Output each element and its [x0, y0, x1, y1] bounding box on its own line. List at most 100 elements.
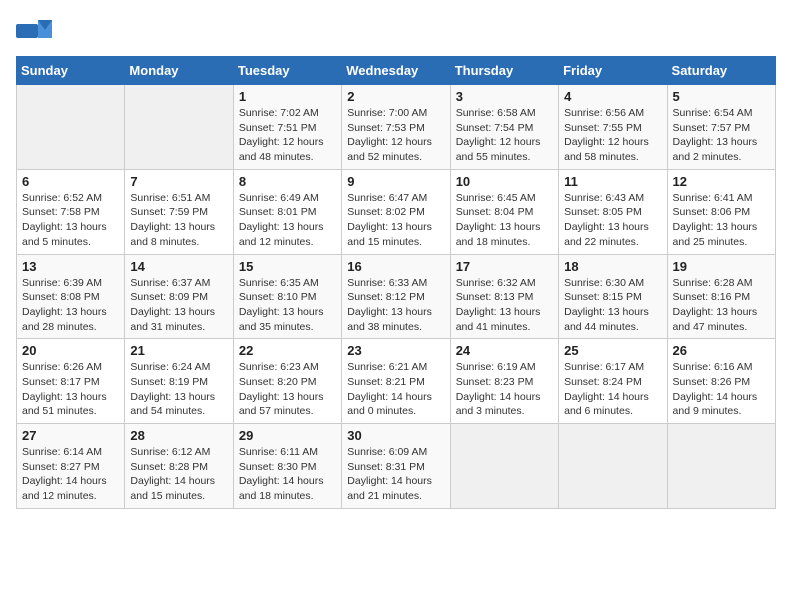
- day-info: Sunrise: 6:39 AMSunset: 8:08 PMDaylight:…: [22, 276, 119, 335]
- week-row-2: 6 Sunrise: 6:52 AMSunset: 7:58 PMDaylight…: [17, 169, 776, 254]
- weekday-header-monday: Monday: [125, 57, 233, 85]
- day-number: 17: [456, 259, 553, 274]
- day-number: 14: [130, 259, 227, 274]
- weekday-header-saturday: Saturday: [667, 57, 775, 85]
- day-info: Sunrise: 6:41 AMSunset: 8:06 PMDaylight:…: [673, 191, 770, 250]
- day-cell: 12 Sunrise: 6:41 AMSunset: 8:06 PMDayligh…: [667, 169, 775, 254]
- day-cell: 8 Sunrise: 6:49 AMSunset: 8:01 PMDaylight…: [233, 169, 341, 254]
- day-info: Sunrise: 6:51 AMSunset: 7:59 PMDaylight:…: [130, 191, 227, 250]
- day-cell: 27 Sunrise: 6:14 AMSunset: 8:27 PMDayligh…: [17, 424, 125, 509]
- day-info: Sunrise: 6:33 AMSunset: 8:12 PMDaylight:…: [347, 276, 444, 335]
- day-number: 23: [347, 343, 444, 358]
- day-cell: 24 Sunrise: 6:19 AMSunset: 8:23 PMDayligh…: [450, 339, 558, 424]
- day-number: 8: [239, 174, 336, 189]
- calendar-header: SundayMondayTuesdayWednesdayThursdayFrid…: [17, 57, 776, 85]
- day-info: Sunrise: 6:23 AMSunset: 8:20 PMDaylight:…: [239, 360, 336, 419]
- week-row-5: 27 Sunrise: 6:14 AMSunset: 8:27 PMDayligh…: [17, 424, 776, 509]
- day-cell: 14 Sunrise: 6:37 AMSunset: 8:09 PMDayligh…: [125, 254, 233, 339]
- day-number: 4: [564, 89, 661, 104]
- day-info: Sunrise: 6:26 AMSunset: 8:17 PMDaylight:…: [22, 360, 119, 419]
- logo-icon: [16, 16, 52, 46]
- calendar-body: 1 Sunrise: 7:02 AMSunset: 7:51 PMDaylight…: [17, 85, 776, 509]
- weekday-header-friday: Friday: [559, 57, 667, 85]
- day-info: Sunrise: 6:32 AMSunset: 8:13 PMDaylight:…: [456, 276, 553, 335]
- day-cell: 20 Sunrise: 6:26 AMSunset: 8:17 PMDayligh…: [17, 339, 125, 424]
- day-cell: 18 Sunrise: 6:30 AMSunset: 8:15 PMDayligh…: [559, 254, 667, 339]
- day-info: Sunrise: 6:35 AMSunset: 8:10 PMDaylight:…: [239, 276, 336, 335]
- day-info: Sunrise: 6:47 AMSunset: 8:02 PMDaylight:…: [347, 191, 444, 250]
- day-cell: [667, 424, 775, 509]
- day-info: Sunrise: 6:14 AMSunset: 8:27 PMDaylight:…: [22, 445, 119, 504]
- day-info: Sunrise: 6:16 AMSunset: 8:26 PMDaylight:…: [673, 360, 770, 419]
- day-number: 18: [564, 259, 661, 274]
- day-info: Sunrise: 6:12 AMSunset: 8:28 PMDaylight:…: [130, 445, 227, 504]
- day-number: 10: [456, 174, 553, 189]
- day-cell: 10 Sunrise: 6:45 AMSunset: 8:04 PMDayligh…: [450, 169, 558, 254]
- day-cell: 13Sunrise: 6:39 AMSunset: 8:08 PMDayligh…: [17, 254, 125, 339]
- logo: [16, 16, 56, 46]
- day-info: Sunrise: 7:00 AMSunset: 7:53 PMDaylight:…: [347, 106, 444, 165]
- header: [16, 16, 776, 46]
- day-number: 21: [130, 343, 227, 358]
- day-number: 19: [673, 259, 770, 274]
- day-number: 2: [347, 89, 444, 104]
- day-cell: 9 Sunrise: 6:47 AMSunset: 8:02 PMDaylight…: [342, 169, 450, 254]
- day-cell: [559, 424, 667, 509]
- day-info: Sunrise: 6:28 AMSunset: 8:16 PMDaylight:…: [673, 276, 770, 335]
- week-row-3: 13Sunrise: 6:39 AMSunset: 8:08 PMDayligh…: [17, 254, 776, 339]
- day-cell: 5 Sunrise: 6:54 AMSunset: 7:57 PMDaylight…: [667, 85, 775, 170]
- day-cell: [450, 424, 558, 509]
- day-info: Sunrise: 6:54 AMSunset: 7:57 PMDaylight:…: [673, 106, 770, 165]
- day-info: Sunrise: 7:02 AMSunset: 7:51 PMDaylight:…: [239, 106, 336, 165]
- day-info: Sunrise: 6:24 AMSunset: 8:19 PMDaylight:…: [130, 360, 227, 419]
- weekday-header-thursday: Thursday: [450, 57, 558, 85]
- day-cell: [125, 85, 233, 170]
- day-cell: 30 Sunrise: 6:09 AMSunset: 8:31 PMDayligh…: [342, 424, 450, 509]
- day-cell: 1 Sunrise: 7:02 AMSunset: 7:51 PMDaylight…: [233, 85, 341, 170]
- weekday-header-row: SundayMondayTuesdayWednesdayThursdayFrid…: [17, 57, 776, 85]
- day-info: Sunrise: 6:52 AMSunset: 7:58 PMDaylight:…: [22, 191, 119, 250]
- day-cell: 22Sunrise: 6:23 AMSunset: 8:20 PMDayligh…: [233, 339, 341, 424]
- day-number: 7: [130, 174, 227, 189]
- day-info: Sunrise: 6:49 AMSunset: 8:01 PMDaylight:…: [239, 191, 336, 250]
- day-number: 12: [673, 174, 770, 189]
- day-number: 1: [239, 89, 336, 104]
- day-info: Sunrise: 6:19 AMSunset: 8:23 PMDaylight:…: [456, 360, 553, 419]
- day-cell: 29Sunrise: 6:11 AMSunset: 8:30 PMDayligh…: [233, 424, 341, 509]
- day-number: 24: [456, 343, 553, 358]
- day-info: Sunrise: 6:09 AMSunset: 8:31 PMDaylight:…: [347, 445, 444, 504]
- day-number: 20: [22, 343, 119, 358]
- day-number: 3: [456, 89, 553, 104]
- day-number: 28: [130, 428, 227, 443]
- day-cell: 28 Sunrise: 6:12 AMSunset: 8:28 PMDayligh…: [125, 424, 233, 509]
- day-cell: 21 Sunrise: 6:24 AMSunset: 8:19 PMDayligh…: [125, 339, 233, 424]
- day-cell: 15 Sunrise: 6:35 AMSunset: 8:10 PMDayligh…: [233, 254, 341, 339]
- day-cell: 26Sunrise: 6:16 AMSunset: 8:26 PMDayligh…: [667, 339, 775, 424]
- day-number: 6: [22, 174, 119, 189]
- day-cell: 23 Sunrise: 6:21 AMSunset: 8:21 PMDayligh…: [342, 339, 450, 424]
- week-row-4: 20 Sunrise: 6:26 AMSunset: 8:17 PMDayligh…: [17, 339, 776, 424]
- day-number: 15: [239, 259, 336, 274]
- day-number: 5: [673, 89, 770, 104]
- day-info: Sunrise: 6:37 AMSunset: 8:09 PMDaylight:…: [130, 276, 227, 335]
- week-row-1: 1 Sunrise: 7:02 AMSunset: 7:51 PMDaylight…: [17, 85, 776, 170]
- day-info: Sunrise: 6:30 AMSunset: 8:15 PMDaylight:…: [564, 276, 661, 335]
- day-cell: 19 Sunrise: 6:28 AMSunset: 8:16 PMDayligh…: [667, 254, 775, 339]
- weekday-header-tuesday: Tuesday: [233, 57, 341, 85]
- day-cell: 4Sunrise: 6:56 AMSunset: 7:55 PMDaylight…: [559, 85, 667, 170]
- day-cell: 6 Sunrise: 6:52 AMSunset: 7:58 PMDaylight…: [17, 169, 125, 254]
- day-cell: 2 Sunrise: 7:00 AMSunset: 7:53 PMDaylight…: [342, 85, 450, 170]
- weekday-header-wednesday: Wednesday: [342, 57, 450, 85]
- day-number: 9: [347, 174, 444, 189]
- day-cell: 7 Sunrise: 6:51 AMSunset: 7:59 PMDaylight…: [125, 169, 233, 254]
- day-cell: 16 Sunrise: 6:33 AMSunset: 8:12 PMDayligh…: [342, 254, 450, 339]
- day-number: 16: [347, 259, 444, 274]
- day-number: 27: [22, 428, 119, 443]
- day-info: Sunrise: 6:58 AMSunset: 7:54 PMDaylight:…: [456, 106, 553, 165]
- day-cell: 3 Sunrise: 6:58 AMSunset: 7:54 PMDaylight…: [450, 85, 558, 170]
- day-info: Sunrise: 6:45 AMSunset: 8:04 PMDaylight:…: [456, 191, 553, 250]
- day-info: Sunrise: 6:21 AMSunset: 8:21 PMDaylight:…: [347, 360, 444, 419]
- day-number: 29: [239, 428, 336, 443]
- day-cell: [17, 85, 125, 170]
- day-number: 30: [347, 428, 444, 443]
